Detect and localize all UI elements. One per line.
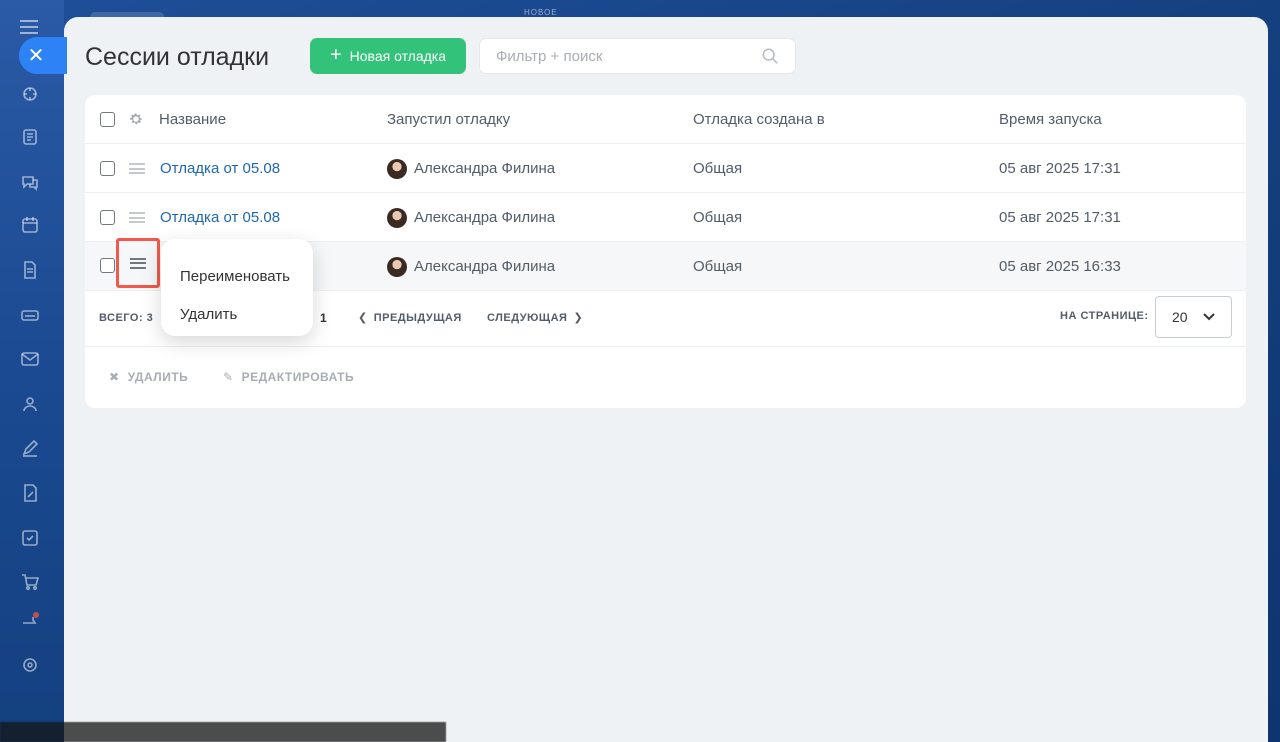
chevron-down-icon <box>1203 313 1215 321</box>
per-page-value: 20 <box>1172 309 1188 325</box>
notifications-icon[interactable] <box>20 610 40 630</box>
row-menu-icon[interactable] <box>129 163 145 174</box>
search-input[interactable] <box>496 47 761 65</box>
top-label: НОВОЕ <box>524 8 558 17</box>
hamburger-icon <box>130 257 146 269</box>
current-page[interactable]: 1 <box>320 311 327 325</box>
start-time-cell: 05 авг 2025 16:33 <box>999 258 1121 275</box>
delete-action-button[interactable]: ✖ УДАЛИТЬ <box>109 370 188 384</box>
per-page-label: НА СТРАНИЦЕ: <box>1060 310 1149 322</box>
user-name[interactable]: Александра Филина <box>414 258 555 275</box>
avatar <box>387 207 407 228</box>
close-slider-button[interactable]: ✕ <box>19 37 67 74</box>
cart-icon[interactable] <box>20 572 40 592</box>
user-name[interactable]: Александра Филина <box>414 160 555 177</box>
row-menu-icon[interactable] <box>129 212 145 223</box>
created-in-cell: Общая <box>693 160 743 177</box>
page-title: Сессии отладки <box>85 43 270 71</box>
table-row[interactable]: Отладка от 05.08 Александра Филина Общая… <box>85 144 1246 193</box>
table-header: Название Запустил отладку Отладка создан… <box>85 95 1246 144</box>
column-header-start-time[interactable]: Время запуска <box>999 95 1102 144</box>
feed-icon[interactable] <box>20 84 40 104</box>
user-name[interactable]: Александра Филина <box>414 209 555 226</box>
column-header-started-by[interactable]: Запустил отладку <box>387 95 510 144</box>
total-count: ВСЕГО: 3 <box>99 312 154 324</box>
start-time-cell: 05 авг 2025 17:31 <box>999 209 1121 226</box>
gear-icon[interactable] <box>128 111 144 127</box>
menu-item-delete[interactable]: Удалить <box>161 295 313 333</box>
chevron-right-icon: ❯ <box>573 312 584 324</box>
session-name-link[interactable]: Отладка от 05.08 <box>160 144 280 193</box>
next-page-label: СЛЕДУЮЩАЯ <box>487 311 568 324</box>
search-field[interactable] <box>479 38 796 74</box>
drive-icon[interactable] <box>20 305 40 325</box>
edit-action-label: РЕДАКТИРОВАТЬ <box>241 370 355 384</box>
new-debug-button-label: Новая отладка <box>349 48 447 64</box>
prev-page-button[interactable]: ❮ ПРЕДЫДУЩАЯ <box>358 311 462 325</box>
search-icon[interactable] <box>761 47 779 65</box>
edit-action-button[interactable]: ✎ РЕДАКТИРОВАТЬ <box>223 370 354 384</box>
chevron-left-icon: ❮ <box>358 312 368 324</box>
calendar-icon[interactable] <box>20 215 40 235</box>
plus-icon: + <box>329 44 342 66</box>
sign-icon[interactable] <box>20 483 40 503</box>
row-checkbox[interactable] <box>100 210 115 225</box>
menu-item-rename[interactable]: Переименовать <box>161 257 313 295</box>
row-checkbox[interactable] <box>100 161 115 176</box>
session-name-link[interactable]: Отладка от 05.08 <box>160 193 280 242</box>
started-by-cell: Александра Филина <box>387 193 555 242</box>
column-header-created-in[interactable]: Отладка создана в <box>693 95 825 144</box>
next-page-button[interactable]: СЛЕДУЮЩАЯ ❯ <box>487 311 584 325</box>
main-panel: Сессии отладки + Новая отладка Название … <box>64 17 1268 742</box>
app-sidebar <box>0 0 64 742</box>
row-actions-menu-button[interactable] <box>116 238 160 288</box>
checklist-icon[interactable] <box>20 528 40 548</box>
group-actions-bar: ✖ УДАЛИТЬ ✎ РЕДАКТИРОВАТЬ <box>85 347 1246 408</box>
browser-status-bar <box>0 722 446 742</box>
column-header-name[interactable]: Название <box>159 95 226 144</box>
close-icon: ✕ <box>27 44 45 67</box>
avatar <box>387 256 407 277</box>
pen-icon[interactable] <box>20 438 40 458</box>
created-in-cell: Общая <box>693 258 743 275</box>
row-context-menu: Переименовать Удалить <box>161 239 313 336</box>
tasks-icon[interactable] <box>20 127 40 147</box>
select-all-checkbox[interactable] <box>100 112 115 127</box>
settings-icon[interactable] <box>20 655 40 675</box>
new-debug-button[interactable]: + Новая отладка <box>310 38 466 74</box>
row-checkbox[interactable] <box>100 258 115 273</box>
document-icon[interactable] <box>20 260 40 280</box>
pencil-icon: ✎ <box>223 370 234 384</box>
chat-icon[interactable] <box>20 172 40 192</box>
created-in-cell: Общая <box>693 209 743 226</box>
avatar <box>387 158 407 179</box>
delete-action-label: УДАЛИТЬ <box>127 370 189 384</box>
started-by-cell: Александра Филина <box>387 242 555 291</box>
close-icon: ✖ <box>109 370 120 384</box>
contacts-icon[interactable] <box>20 394 40 414</box>
start-time-cell: 05 авг 2025 17:31 <box>999 160 1121 177</box>
started-by-cell: Александра Филина <box>387 144 555 193</box>
mail-icon[interactable] <box>20 349 40 369</box>
table-row[interactable]: Отладка от 05.08 Александра Филина Общая… <box>85 193 1246 242</box>
menu-icon[interactable] <box>20 20 38 34</box>
per-page-select[interactable]: 20 <box>1155 296 1232 338</box>
prev-page-label: ПРЕДЫДУЩАЯ <box>373 311 462 324</box>
